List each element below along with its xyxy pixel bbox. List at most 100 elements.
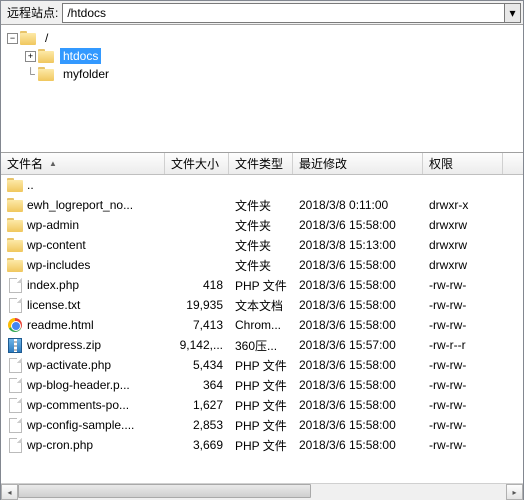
- cell-name: wp-blog-header.p...: [1, 377, 165, 393]
- tree-item[interactable]: └ myfolder: [7, 65, 523, 83]
- table-row[interactable]: wp-admin 文件夹2018/3/6 15:58:00drwxrw: [1, 215, 523, 235]
- cell-modified: 2018/3/6 15:58:00: [293, 438, 423, 452]
- column-headers: 文件名▲ 文件大小 文件类型 最近修改 权限: [1, 153, 523, 175]
- cell-size: 3,669: [165, 438, 229, 452]
- cell-size: 1,627: [165, 398, 229, 412]
- cell-type: PHP 文件: [229, 277, 293, 294]
- file-icon: [7, 417, 23, 433]
- file-icon: [7, 297, 23, 313]
- cell-type: 文件夹: [229, 217, 293, 234]
- cell-type: Chrom...: [229, 318, 293, 332]
- directory-tree[interactable]: − / + htdocs └ myfolder: [1, 25, 523, 153]
- table-row[interactable]: wp-content 文件夹2018/3/8 15:13:00drwxrw: [1, 235, 523, 255]
- cell-modified: 2018/3/6 15:58:00: [293, 318, 423, 332]
- table-row[interactable]: ..: [1, 175, 523, 195]
- file-icon: [7, 437, 23, 453]
- table-row[interactable]: readme.html7,413Chrom...2018/3/6 15:58:0…: [1, 315, 523, 335]
- cell-name: ewh_logreport_no...: [1, 197, 165, 213]
- file-icon: [7, 397, 23, 413]
- cell-name: wp-config-sample....: [1, 417, 165, 433]
- header-modified[interactable]: 最近修改: [293, 153, 423, 174]
- header-size[interactable]: 文件大小: [165, 153, 229, 174]
- cell-modified: 2018/3/8 15:13:00: [293, 238, 423, 252]
- cell-modified: 2018/3/6 15:58:00: [293, 378, 423, 392]
- cell-size: 418: [165, 278, 229, 292]
- cell-permissions: drwxr-x: [423, 198, 503, 212]
- cell-type: 文件夹: [229, 257, 293, 274]
- cell-type: 文件夹: [229, 197, 293, 214]
- cell-permissions: -rw-rw-: [423, 358, 503, 372]
- cell-size: 2,853: [165, 418, 229, 432]
- cell-permissions: -rw-r--r: [423, 338, 503, 352]
- cell-name: wordpress.zip: [1, 337, 165, 353]
- table-row[interactable]: wp-comments-po...1,627PHP 文件2018/3/6 15:…: [1, 395, 523, 415]
- cell-type: PHP 文件: [229, 397, 293, 414]
- cell-size: 19,935: [165, 298, 229, 312]
- scroll-left-button[interactable]: ◂: [1, 484, 18, 500]
- header-type[interactable]: 文件类型: [229, 153, 293, 174]
- horizontal-scrollbar: ◂ ▸: [1, 483, 523, 500]
- table-row[interactable]: wordpress.zip9,142,...360压...2018/3/6 15…: [1, 335, 523, 355]
- folder-icon: [7, 237, 23, 253]
- cell-name: wp-admin: [1, 217, 165, 233]
- folder-icon: [38, 48, 54, 64]
- cell-modified: 2018/3/6 15:58:00: [293, 258, 423, 272]
- table-row[interactable]: wp-config-sample....2,853PHP 文件2018/3/6 …: [1, 415, 523, 435]
- table-row[interactable]: wp-activate.php5,434PHP 文件2018/3/6 15:58…: [1, 355, 523, 375]
- cell-name: wp-activate.php: [1, 357, 165, 373]
- table-row[interactable]: wp-cron.php3,669PHP 文件2018/3/6 15:58:00-…: [1, 435, 523, 455]
- cell-name: wp-content: [1, 237, 165, 253]
- path-input[interactable]: [62, 3, 505, 23]
- table-row[interactable]: wp-blog-header.p...364PHP 文件2018/3/6 15:…: [1, 375, 523, 395]
- cell-type: 文件夹: [229, 237, 293, 254]
- cell-modified: 2018/3/6 15:58:00: [293, 218, 423, 232]
- cell-modified: 2018/3/6 15:58:00: [293, 398, 423, 412]
- scroll-thumb[interactable]: [18, 484, 311, 498]
- cell-permissions: -rw-rw-: [423, 398, 503, 412]
- cell-modified: 2018/3/8 0:11:00: [293, 198, 423, 212]
- tree-root-label: /: [42, 30, 51, 46]
- cell-name: license.txt: [1, 297, 165, 313]
- cell-permissions: -rw-rw-: [423, 298, 503, 312]
- cell-modified: 2018/3/6 15:58:00: [293, 418, 423, 432]
- cell-permissions: -rw-rw-: [423, 278, 503, 292]
- collapse-toggle[interactable]: −: [7, 33, 18, 44]
- address-bar: 远程站点: ▾: [1, 1, 523, 25]
- table-row[interactable]: index.php418PHP 文件2018/3/6 15:58:00-rw-r…: [1, 275, 523, 295]
- cell-name: index.php: [1, 277, 165, 293]
- file-icon: [7, 357, 23, 373]
- cell-size: 364: [165, 378, 229, 392]
- cell-name: wp-cron.php: [1, 437, 165, 453]
- file-list[interactable]: ..ewh_logreport_no...文件夹2018/3/8 0:11:00…: [1, 175, 523, 483]
- folder-icon: [20, 30, 36, 46]
- path-dropdown-button[interactable]: ▾: [505, 3, 521, 23]
- cell-size: 9,142,...: [165, 338, 229, 352]
- expand-toggle[interactable]: +: [25, 51, 36, 62]
- tree-root-row[interactable]: − /: [7, 29, 523, 47]
- table-row[interactable]: wp-includes文件夹2018/3/6 15:58:00drwxrw: [1, 255, 523, 275]
- cell-permissions: drwxrw: [423, 258, 503, 272]
- header-permissions[interactable]: 权限: [423, 153, 503, 174]
- cell-modified: 2018/3/6 15:58:00: [293, 278, 423, 292]
- chrome-icon: [7, 317, 23, 333]
- cell-permissions: -rw-rw-: [423, 318, 503, 332]
- tree-item[interactable]: + htdocs: [7, 47, 523, 65]
- cell-permissions: -rw-rw-: [423, 378, 503, 392]
- cell-modified: 2018/3/6 15:58:00: [293, 298, 423, 312]
- table-row[interactable]: license.txt19,935文本文档2018/3/6 15:58:00-r…: [1, 295, 523, 315]
- scroll-right-button[interactable]: ▸: [506, 484, 523, 500]
- folder-icon: [7, 217, 23, 233]
- cell-modified: 2018/3/6 15:57:00: [293, 338, 423, 352]
- chevron-down-icon: ▾: [509, 6, 515, 20]
- tree-branch-icon: └: [25, 67, 36, 81]
- sort-asc-icon: ▲: [49, 159, 57, 168]
- header-name[interactable]: 文件名▲: [1, 153, 165, 174]
- cell-type: 文本文档: [229, 297, 293, 314]
- file-icon: [7, 277, 23, 293]
- tree-item-label: htdocs: [60, 48, 101, 64]
- cell-permissions: drwxrw: [423, 218, 503, 232]
- table-row[interactable]: ewh_logreport_no... 文件夹2018/3/8 0:11:00dr…: [1, 195, 523, 215]
- cell-permissions: drwxrw: [423, 238, 503, 252]
- scroll-track[interactable]: [18, 484, 506, 500]
- cell-modified: 2018/3/6 15:58:00: [293, 358, 423, 372]
